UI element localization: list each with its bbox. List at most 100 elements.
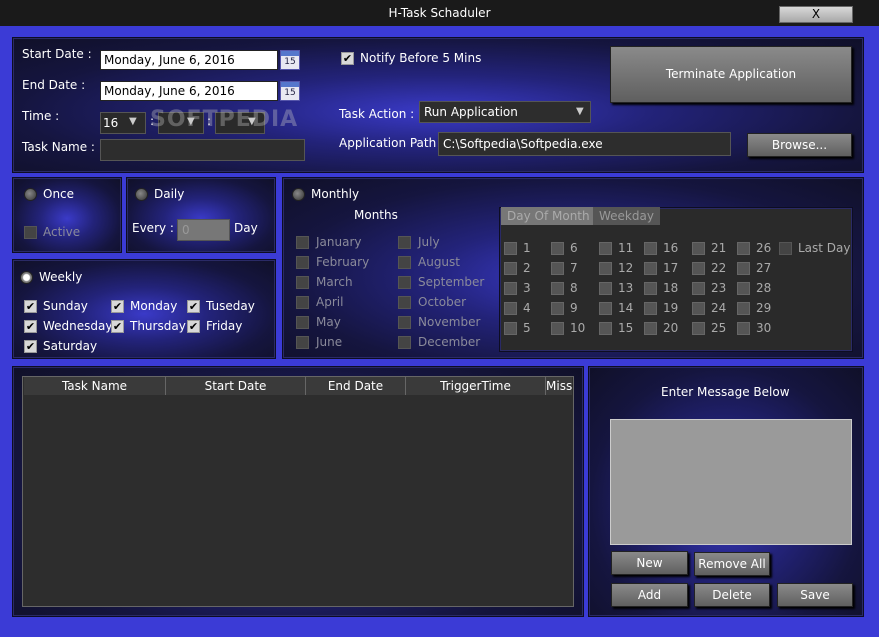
day-checkbox[interactable] [599,242,612,255]
month-checkbox[interactable] [296,276,309,289]
month-checkbox[interactable] [296,236,309,249]
wednesday-label: Wednesday [43,319,113,333]
day-checkbox[interactable] [551,242,564,255]
time-hour-value: 16 [103,116,119,130]
task-action-label: Task Action : [339,107,415,121]
month-label: October [418,295,467,309]
day-checkbox[interactable] [737,282,750,295]
tab-day-of-month[interactable]: Day Of Month [501,207,596,225]
wednesday-checkbox[interactable]: ✔ [24,320,37,333]
month-checkbox[interactable] [398,256,411,269]
day-checkbox[interactable] [599,302,612,315]
monday-label: Monday [130,299,178,313]
remove-all-button[interactable]: Remove All [694,552,770,576]
end-date-field[interactable]: Monday, June 6, 2016 [100,81,278,101]
day-checkbox[interactable] [504,282,517,295]
month-checkbox[interactable] [296,296,309,309]
month-label: March [316,275,353,289]
app-path-input[interactable]: C:\Softpedia\Softpedia.exe [438,132,731,156]
month-checkbox[interactable] [398,276,411,289]
monthly-radio[interactable] [292,188,305,201]
day-checkbox[interactable] [504,262,517,275]
day-checkbox[interactable] [737,322,750,335]
day-checkbox[interactable] [737,302,750,315]
column-start-date[interactable]: Start Date [166,377,306,395]
month-checkbox[interactable] [398,336,411,349]
day-label: 2 [523,261,531,275]
day-checkbox[interactable] [551,322,564,335]
once-radio[interactable] [24,188,37,201]
day-checkbox[interactable] [692,262,705,275]
notify-checkbox[interactable]: ✔ [341,52,354,65]
month-checkbox[interactable] [398,316,411,329]
day-checkbox[interactable] [504,322,517,335]
day-checkbox[interactable] [551,302,564,315]
month-checkbox[interactable] [296,256,309,269]
day-checkbox[interactable] [599,322,612,335]
hour-chevron-down-icon[interactable]: ▼ [129,116,137,127]
day-checkbox[interactable] [599,262,612,275]
tab-weekday[interactable]: Weekday [593,207,660,225]
active-checkbox[interactable] [24,226,37,239]
column-trigger-time[interactable]: TriggerTime [406,377,546,395]
day-checkbox[interactable] [692,242,705,255]
every-label: Every : [132,221,174,235]
day-checkbox[interactable] [737,262,750,275]
sunday-checkbox[interactable]: ✔ [24,300,37,313]
column-miss[interactable]: Miss [546,377,572,395]
day-checkbox[interactable] [644,262,657,275]
thursday-checkbox[interactable]: ✔ [111,320,124,333]
day-label: 16 [663,241,679,255]
save-button[interactable]: Save [777,583,853,607]
day-checkbox[interactable] [644,302,657,315]
task-action-chevron-down-icon[interactable]: ▼ [576,106,584,117]
day-checkbox[interactable] [551,282,564,295]
start-date-calendar-icon[interactable]: 15 [280,50,300,70]
day-checkbox[interactable] [692,322,705,335]
monday-checkbox[interactable]: ✔ [111,300,124,313]
daily-label: Daily [154,187,185,201]
task-name-input[interactable] [100,139,305,161]
task-action-select[interactable]: Run Application [419,101,591,123]
start-date-field[interactable]: Monday, June 6, 2016 [100,50,278,70]
day-checkbox[interactable] [504,302,517,315]
day-checkbox[interactable] [599,282,612,295]
delete-button[interactable]: Delete [694,583,770,607]
day-checkbox[interactable] [737,242,750,255]
task-grid[interactable] [22,376,574,607]
friday-checkbox[interactable]: ✔ [187,320,200,333]
day-checkbox[interactable] [644,242,657,255]
terminate-application-button[interactable]: Terminate Application [610,46,852,103]
message-textarea[interactable] [610,419,852,545]
day-checkbox[interactable] [692,282,705,295]
tuesday-checkbox[interactable]: ✔ [187,300,200,313]
close-button[interactable]: X [779,6,853,23]
day-checkbox[interactable] [551,262,564,275]
month-checkbox[interactable] [398,236,411,249]
day-checkbox[interactable] [644,282,657,295]
day-checkbox[interactable] [504,242,517,255]
last-day-checkbox[interactable] [779,242,792,255]
weekly-radio[interactable] [20,271,33,284]
month-checkbox[interactable] [398,296,411,309]
day-checkbox[interactable] [692,302,705,315]
daily-radio[interactable] [135,188,148,201]
month-checkbox[interactable] [296,316,309,329]
time-hour-select[interactable]: 16 [100,112,146,134]
column-end-date[interactable]: End Date [306,377,406,395]
saturday-checkbox[interactable]: ✔ [24,340,37,353]
once-label: Once [43,187,75,201]
add-button[interactable]: Add [611,583,688,607]
day-checkbox[interactable] [644,322,657,335]
every-days-input[interactable]: 0 [177,219,230,241]
day-label: 13 [618,281,634,295]
month-label: November [418,315,481,329]
daily-panel [126,177,276,253]
day-label: 4 [523,301,531,315]
month-label: August [418,255,460,269]
column-task-name[interactable]: Task Name [24,377,166,395]
browse-button[interactable]: Browse... [747,133,852,157]
month-checkbox[interactable] [296,336,309,349]
new-button[interactable]: New [611,551,688,575]
end-date-calendar-icon[interactable]: 15 [280,81,300,101]
